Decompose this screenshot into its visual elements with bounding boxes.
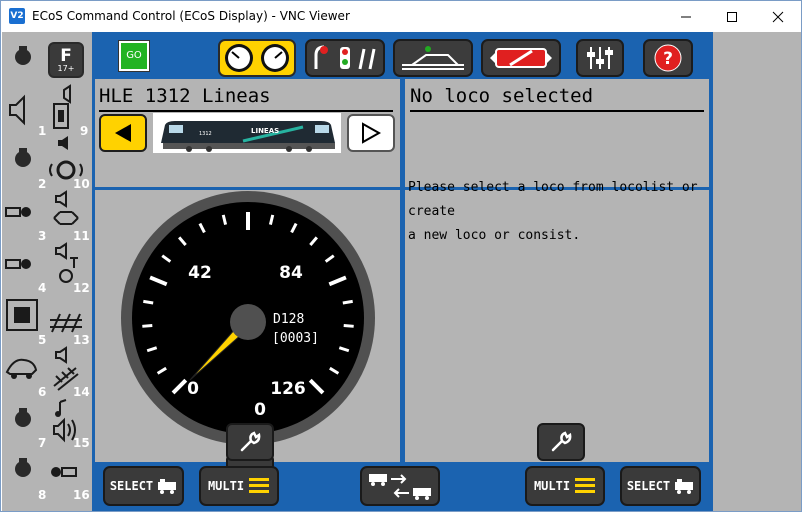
fn-number: 4	[38, 281, 47, 295]
speedometer[interactable]: 42 84 0 126 D128 [0003] 0	[95, 190, 400, 454]
right-strip	[713, 32, 801, 511]
function-strip: F 17+ 1 9 2 10 3 11 4 12 5 13 6 14 7 15 …	[2, 32, 92, 511]
fn-number: 9	[80, 124, 89, 138]
tick-label-84: 84	[279, 263, 303, 283]
fn-number: 16	[73, 488, 90, 502]
go-button[interactable]: GO	[118, 40, 150, 72]
multi-left-label: MULTI	[207, 479, 245, 493]
left-edit-button[interactable]	[226, 423, 274, 461]
direction-forward-button[interactable]	[347, 114, 395, 152]
fn-number: 13	[73, 333, 90, 347]
select-left-label: SELECT	[109, 479, 154, 493]
speedometers-icon	[225, 44, 289, 72]
loco-number-plate: 1312	[199, 131, 212, 137]
multi-right-button[interactable]: MULTI	[525, 466, 605, 506]
fn-number: 12	[73, 281, 90, 295]
left-name-underline	[99, 110, 393, 112]
left-loco-name[interactable]: HLE 1312 Lineas	[99, 85, 271, 107]
needle-hub	[230, 304, 266, 340]
function-page-sub: 17+	[57, 64, 75, 73]
speedometer-tick	[142, 324, 153, 328]
light-bulb-icon[interactable]	[6, 40, 48, 88]
help-icon: ?	[654, 44, 682, 72]
fn-number: 14	[73, 385, 90, 399]
no-loco-message: Please select a loco from locolist or cr…	[408, 176, 708, 248]
loco-icon	[158, 479, 177, 494]
help-button[interactable]: ?	[643, 39, 693, 77]
locomotive-image: 1312 LINEAS	[161, 121, 335, 152]
function-page-button[interactable]: F 17+	[48, 42, 84, 78]
close-button[interactable]	[755, 1, 801, 32]
arrow-right-icon	[362, 122, 382, 144]
fn-number: 7	[38, 436, 47, 450]
select-right-label: SELECT	[626, 479, 671, 493]
speedometer-tick	[342, 299, 353, 305]
cab-view-button[interactable]	[218, 39, 296, 77]
fn-number: 2	[38, 177, 47, 191]
fn-number: 5	[38, 333, 47, 347]
loco-tools-icon	[490, 48, 552, 68]
speedometer-tick	[143, 299, 154, 305]
vnc-window: V2 ECoS Command Control (ECoS Display) -…	[0, 0, 802, 512]
wrench-icon	[551, 431, 572, 452]
multi-left-button[interactable]: MULTI	[199, 466, 279, 506]
list-icon	[249, 478, 270, 493]
wrench-icon	[240, 431, 261, 452]
speed-steps-label: D128	[273, 312, 304, 327]
app-icon: V2	[9, 8, 25, 24]
maximize-button[interactable]	[709, 1, 755, 32]
signal-switch-icon	[314, 45, 376, 70]
minimize-button[interactable]	[663, 1, 709, 32]
settings-tools-button[interactable]	[481, 39, 561, 77]
select-loco-right-button[interactable]: SELECT	[620, 466, 701, 506]
left-cab-header: HLE 1312 Lineas 1312 LINEAS	[95, 79, 400, 187]
sliders-icon	[587, 47, 613, 69]
fn-number: 11	[73, 229, 90, 243]
swap-locos-icon	[369, 474, 431, 500]
fn-number: 15	[73, 436, 90, 450]
right-loco-name: No loco selected	[410, 85, 594, 107]
speedometer-tick	[343, 324, 354, 328]
no-loco-message-line1: Please select a loco from locolist or cr…	[408, 180, 698, 219]
close-icon	[772, 11, 784, 22]
right-edit-button[interactable]	[537, 423, 585, 461]
right-cab-header: No loco selected	[405, 79, 709, 187]
loco-picture: 1312 LINEAS	[153, 113, 341, 153]
accessory-button[interactable]	[305, 39, 385, 77]
track-layout-button[interactable]	[393, 39, 473, 77]
title-bar[interactable]: V2 ECoS Command Control (ECoS Display) -…	[1, 1, 801, 32]
multi-right-label: MULTI	[533, 479, 571, 493]
loco-icon	[675, 479, 694, 494]
swap-locos-button[interactable]	[360, 466, 440, 506]
svg-text:?: ?	[663, 49, 673, 69]
mixer-button[interactable]	[576, 39, 624, 77]
left-cab-body: 42 84 0 126 D128 [0003] 0	[95, 190, 400, 492]
fn-number: 3	[38, 229, 47, 243]
function-page-label: F	[60, 46, 72, 66]
no-loco-message-line2: a new loco or consist.	[408, 228, 581, 243]
current-speed-readout: 0	[254, 400, 266, 420]
track-layout-icon	[402, 46, 464, 70]
maximize-icon	[727, 11, 737, 22]
right-name-underline	[410, 110, 704, 112]
window-title: ECoS Command Control (ECoS Display) - VN…	[32, 9, 350, 23]
minimize-icon	[681, 16, 691, 17]
fn-number: 10	[73, 177, 90, 191]
arrow-left-icon	[115, 124, 131, 142]
fn-number: 6	[38, 385, 47, 399]
tick-label-0: 0	[187, 379, 199, 399]
fn-number: 8	[38, 488, 47, 502]
tick-label-42: 42	[188, 263, 212, 283]
list-icon	[575, 478, 596, 493]
loco-brand-text: LINEAS	[251, 127, 279, 135]
ecos-display: F 17+ 1 9 2 10 3 11 4 12 5 13 6 14 7 15 …	[2, 32, 801, 511]
loco-address-label: [0003]	[272, 331, 319, 346]
select-loco-left-button[interactable]: SELECT	[103, 466, 184, 506]
tick-label-126: 126	[270, 379, 306, 399]
direction-reverse-button[interactable]	[99, 114, 147, 152]
fn-number: 1	[38, 124, 47, 138]
